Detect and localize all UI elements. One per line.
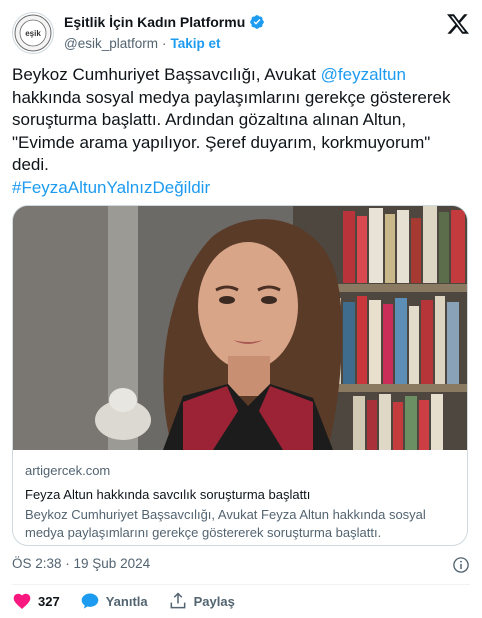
hashtag-link[interactable]: #FeyzaAltunYalnızDeğildir [12,178,210,197]
like-button[interactable]: 327 [12,591,60,611]
tweet-text-part-2: hakkında sosyal medya paylaşımlarını ger… [12,87,451,175]
card-title: Feyza Altun hakkında savcılık soruşturma… [25,487,311,502]
handle-row: @esik_platform · Takip et [64,36,221,51]
like-count: 327 [38,593,60,609]
follow-button[interactable]: Takip et [171,36,221,51]
reply-button[interactable]: Yanıtla [80,591,148,611]
avatar-logo: eşik [14,14,52,52]
reply-icon [81,593,99,609]
heart-icon [13,593,31,609]
tweet-text: Beykoz Cumhuriyet Başsavcılığı, Avukat @… [12,64,464,199]
tweet-text-part-1: Beykoz Cumhuriyet Başsavcılığı, Avukat [12,65,321,84]
card-domain: artigercek.com [25,463,111,478]
card-image[interactable] [13,206,467,450]
timestamp[interactable]: ÖS 2:38 · 19 Şub 2024 [12,556,150,571]
x-logo-icon[interactable] [446,12,470,36]
card-meta: artigercek.com Feyza Altun hakkında savc… [25,462,455,542]
separator-dot: · [162,36,167,51]
handle[interactable]: @esik_platform [64,36,158,51]
share-button[interactable]: Paylaş [168,591,235,611]
name-row: Eşitlik İçin Kadın Platformu [64,14,265,30]
display-name[interactable]: Eşitlik İçin Kadın Platformu [64,14,245,30]
card-description: Beykoz Cumhuriyet Başsavcılığı, Avukat F… [25,507,426,540]
card-photo [13,206,467,450]
tweet-header: eşik Eşitlik İçin Kadın Platformu @esik_… [12,12,470,56]
reply-label: Yanıtla [105,593,148,609]
mention-link[interactable]: @feyzaltun [321,65,406,84]
action-bar: 327 Yanıtla Paylaş [12,590,235,612]
link-card[interactable]: artigercek.com Feyza Altun hakkında savc… [12,205,468,546]
avatar[interactable]: eşik [12,12,54,54]
share-label: Paylaş [193,593,235,609]
divider [12,584,470,585]
verified-badge-icon [250,15,265,29]
share-icon [170,592,186,609]
info-icon[interactable] [452,556,470,574]
avatar-text: eşik [25,29,41,38]
